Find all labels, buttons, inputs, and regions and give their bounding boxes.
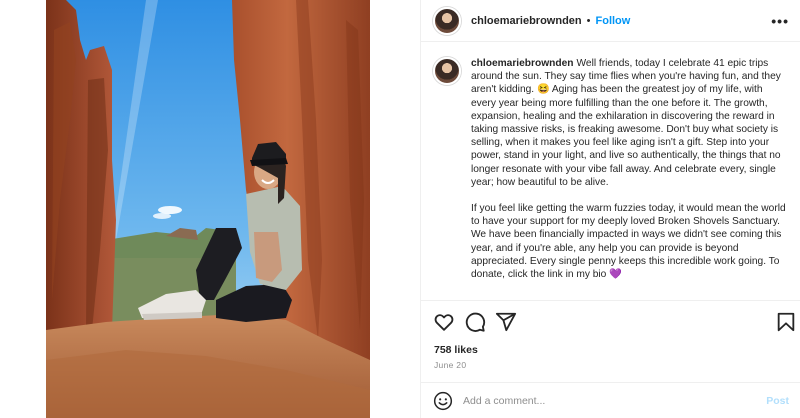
- caption-scroll-area[interactable]: chloemariebrownden Well friends, today I …: [421, 43, 800, 301]
- post-comment-button[interactable]: Post: [766, 395, 789, 407]
- post-header: chloemariebrownden • Follow •••: [421, 0, 800, 42]
- bookmark-icon[interactable]: [775, 311, 797, 333]
- share-icon[interactable]: [495, 311, 517, 333]
- heart-icon[interactable]: [433, 311, 455, 333]
- caption-row: chloemariebrownden Well friends, today I …: [433, 57, 787, 281]
- action-bar: [421, 300, 800, 340]
- likes-count[interactable]: 758 likes: [434, 344, 478, 356]
- post-photo[interactable]: [46, 0, 370, 418]
- comment-bar: Post: [421, 382, 800, 418]
- post-photo-illustration: [46, 0, 370, 418]
- separator-dot: •: [586, 14, 591, 27]
- emoji-icon[interactable]: [433, 391, 453, 411]
- follow-button[interactable]: Follow: [596, 15, 631, 27]
- caption-username[interactable]: chloemariebrownden: [471, 58, 573, 69]
- caption-paragraph-1-text: Well friends, today I celebrate 41 epic …: [471, 58, 784, 188]
- caption-paragraph-1: chloemariebrownden Well friends, today I …: [471, 57, 787, 189]
- comment-input[interactable]: [463, 394, 753, 407]
- caption-paragraph-2: If you feel like getting the warm fuzzie…: [471, 203, 789, 281]
- header-username[interactable]: chloemariebrownden: [471, 15, 582, 27]
- caption-text: chloemariebrownden Well friends, today I …: [471, 57, 787, 281]
- post-media-area: [0, 0, 420, 418]
- avatar[interactable]: [433, 6, 461, 35]
- more-horizontal-icon[interactable]: •••: [771, 13, 789, 29]
- post-details-panel: chloemariebrownden • Follow ••• chloemar…: [420, 0, 800, 418]
- caption-avatar[interactable]: [433, 57, 461, 85]
- instagram-post-modal: chloemariebrownden • Follow ••• chloemar…: [0, 0, 800, 418]
- comment-icon[interactable]: [464, 311, 486, 333]
- post-date[interactable]: June 20: [434, 360, 466, 370]
